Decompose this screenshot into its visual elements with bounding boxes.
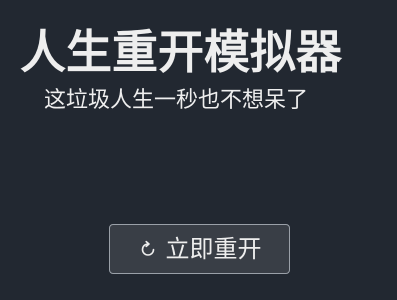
restart-icon [138,239,158,259]
page-title: 人生重开模拟器 [20,25,342,79]
restart-button[interactable]: 立即重开 [109,224,290,274]
restart-button-label: 立即重开 [165,235,262,263]
page-subtitle: 这垃圾人生一秒也不想呆了 [44,88,309,113]
